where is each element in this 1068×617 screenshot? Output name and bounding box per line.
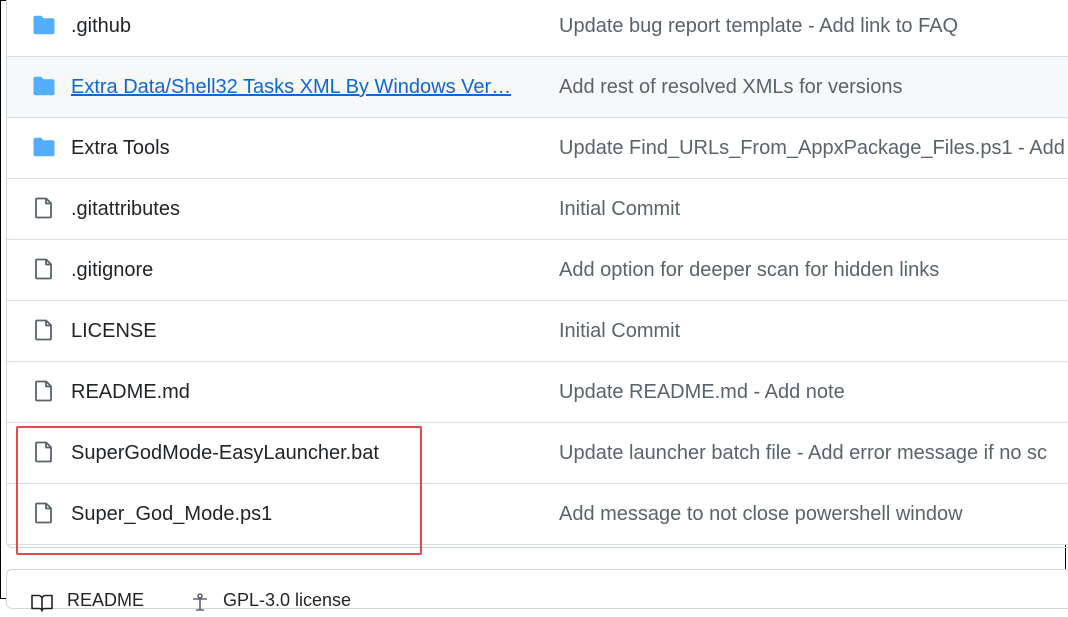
commit-message[interactable]: Add rest of resolved XMLs for versions — [559, 73, 902, 101]
commit-message[interactable]: Initial Commit — [559, 195, 680, 223]
scale-icon — [190, 592, 210, 612]
folder-icon — [32, 13, 56, 37]
highlight-box — [16, 426, 422, 555]
file-name[interactable]: Extra Tools — [71, 134, 170, 162]
file-row-license[interactable]: LICENSE Initial Commit — [7, 301, 1068, 362]
folder-icon — [32, 135, 56, 159]
file-name[interactable]: README.md — [71, 378, 190, 406]
book-icon — [31, 594, 53, 612]
file-row-extra-tools[interactable]: Extra Tools Update Find_URLs_From_AppxPa… — [7, 118, 1068, 179]
file-icon — [32, 257, 56, 281]
commit-message[interactable]: Add option for deeper scan for hidden li… — [559, 256, 939, 284]
file-name[interactable]: Extra Data/Shell32 Tasks XML By Windows … — [71, 73, 511, 101]
file-name[interactable]: .gitattributes — [71, 195, 180, 223]
file-row-gitignore[interactable]: .gitignore Add option for deeper scan fo… — [7, 240, 1068, 301]
file-icon — [32, 379, 56, 403]
commit-message[interactable]: Update bug report template - Add link to… — [559, 12, 958, 40]
commit-message[interactable]: Initial Commit — [559, 317, 680, 345]
commit-message[interactable]: Add message to not close powershell wind… — [559, 500, 963, 528]
commit-message[interactable]: Update README.md - Add note — [559, 378, 845, 406]
file-icon — [32, 318, 56, 342]
folder-icon — [32, 74, 56, 98]
file-name[interactable]: .github — [71, 12, 131, 40]
file-row-readme[interactable]: README.md Update README.md - Add note — [7, 362, 1068, 423]
readme-tab-bar: README GPL-3.0 license — [6, 569, 1068, 612]
file-icon — [32, 196, 56, 220]
file-name[interactable]: .gitignore — [71, 256, 153, 284]
file-name[interactable]: LICENSE — [71, 317, 157, 345]
commit-message[interactable]: Update launcher batch file - Add error m… — [559, 439, 1047, 467]
file-row-gitattributes[interactable]: .gitattributes Initial Commit — [7, 179, 1068, 240]
file-row-github[interactable]: .github Update bug report template - Add… — [7, 0, 1068, 57]
commit-message[interactable]: Update Find_URLs_From_AppxPackage_Files.… — [559, 134, 1065, 162]
file-row-extra-data[interactable]: Extra Data/Shell32 Tasks XML By Windows … — [7, 57, 1068, 118]
